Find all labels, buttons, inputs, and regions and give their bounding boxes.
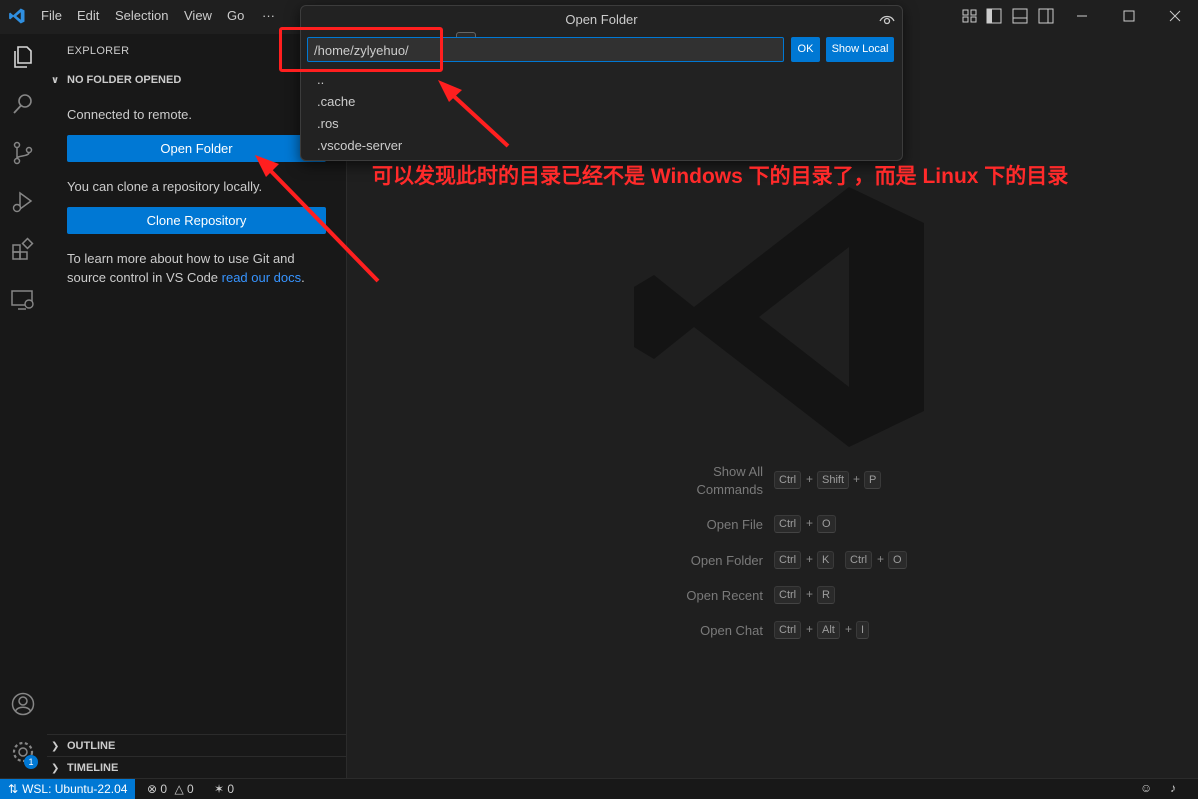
toggle-secondary-sidebar-icon[interactable] [1036,6,1056,26]
learn-more-text: source control in VS Code [67,270,222,285]
plus-sign: + [877,552,885,566]
ok-button[interactable]: OK [791,37,820,62]
remote-label: WSL: Ubuntu-22.04 [22,782,128,796]
customize-layout-icon[interactable] [960,6,980,26]
timeline-section[interactable]: ❯ TIMELINE [47,756,346,778]
folder-list-item[interactable]: .cache [317,94,355,109]
plus-sign: + [853,472,861,486]
highlight-box [279,27,443,72]
chevron-right-icon: ❯ [51,741,60,752]
key-o: O [817,515,836,533]
read-docs-link[interactable]: read our docs [222,270,302,285]
menu-view[interactable]: View [184,8,212,23]
copilot-icon[interactable]: ☺ [1140,781,1152,795]
menu-file[interactable]: File [41,8,62,23]
shortcut-label: Show All [713,464,763,479]
problems-indicator[interactable]: ⊗ 0 △ 0 [147,782,194,796]
timeline-header: ❯ TIMELINE [51,762,118,774]
folder-list-item[interactable]: .ros [317,116,339,131]
sidebar-title: EXPLORER [67,45,130,57]
folder-list-item[interactable]: .vscode-server [317,138,402,153]
key-ctrl: Ctrl [774,515,802,533]
plus-sign: + [806,552,814,566]
plus-sign: + [806,472,814,486]
shortcut-label: Open Recent [686,588,763,603]
minimize-icon[interactable] [1072,6,1092,26]
toggle-panel-icon[interactable] [1010,6,1030,26]
timeline-title: TIMELINE [67,762,119,774]
vscode-logo-icon [9,8,25,24]
broadcast-icon: ✶ [214,782,225,796]
learn-more-end: . [301,270,305,285]
menu-edit[interactable]: Edit [77,8,99,23]
plus-sign: + [806,622,814,636]
plus-sign: + [806,516,814,530]
run-and-debug-icon[interactable] [10,189,36,215]
key-p: P [864,471,882,489]
quick-input-title: Open Folder [565,12,638,27]
key-ctrl: Ctrl [774,621,802,639]
shortcut-label: Open Folder [690,553,763,568]
learn-more-line1: To learn more about how to use Git and [67,251,295,266]
menu-selection[interactable]: Selection [115,8,168,23]
folder-list-item[interactable]: .. [317,72,324,87]
outline-header: ❯ OUTLINE [51,740,115,752]
key-alt: Alt [817,621,840,639]
key-ctrl: Ctrl [774,551,802,569]
key-i: I [856,621,870,639]
shortcut-label: Open File [706,517,763,532]
open-folder-button[interactable]: Open Folder [67,135,326,162]
section-title: NO FOLDER OPENED [67,74,182,86]
explorer-icon[interactable] [10,44,36,70]
shortcut-label: Open Chat [700,623,763,638]
no-folder-section-header[interactable]: ∨ NO FOLDER OPENED [51,74,181,86]
annotation-text: 可以发现此时的目录已经不是 Windows 下的目录了，而是 Linux 下的目… [372,165,1069,188]
clone-text: You can clone a repository locally. [67,179,263,194]
plus-sign: + [806,587,814,601]
shortcut-label: Commands [696,482,763,497]
activity-bar: 1 [0,34,48,778]
notification-badge: 1 [24,755,38,769]
plus-sign: + [845,622,853,636]
key-ctrl: Ctrl [774,586,802,604]
outline-title: OUTLINE [67,740,116,752]
search-icon[interactable] [10,91,36,117]
close-icon[interactable] [1165,6,1185,26]
key-k: K [817,551,835,569]
key-ctrl: Ctrl [845,551,873,569]
toggle-primary-sidebar-icon[interactable] [984,6,1004,26]
remote-icon: ⇅ [8,782,19,796]
warning-count: 0 [187,782,194,796]
chevron-right-icon: ❯ [51,763,60,774]
accounts-icon[interactable] [10,691,36,717]
bell-icon[interactable]: ♪ [1170,781,1176,795]
extensions-icon[interactable] [10,237,36,263]
remote-explorer-icon[interactable] [10,287,36,313]
show-local-button[interactable]: Show Local [826,37,894,62]
key-o: O [888,551,907,569]
connected-text: Connected to remote. [67,107,193,122]
error-count: 0 [160,782,168,796]
remote-indicator[interactable]: ⇅ WSL: Ubuntu-22.04 [0,779,135,799]
vscode-watermark-icon [634,187,924,447]
clone-repository-button[interactable]: Clone Repository [67,207,326,234]
chevron-down-icon: ∨ [51,75,60,86]
learn-more-line2: source control in VS Code read our docs. [67,270,305,285]
menu-go[interactable]: Go [227,8,244,23]
warning-icon: △ [174,782,184,796]
error-icon: ⊗ [147,782,158,796]
status-bar: ⇅ WSL: Ubuntu-22.04 ⊗ 0 △ 0 ✶ 0 ☺ ♪ [0,778,1198,799]
ports-count: 0 [227,782,235,796]
source-control-icon[interactable] [10,140,36,166]
outline-section[interactable]: ❯ OUTLINE [47,734,346,756]
eye-icon[interactable] [879,13,895,27]
menu-more[interactable]: ··· [262,8,275,23]
key-ctrl: Ctrl [774,471,802,489]
key-r: R [817,586,835,604]
key-shift: Shift [817,471,850,489]
ports-indicator[interactable]: ✶ 0 [214,782,234,796]
maximize-icon[interactable] [1119,6,1139,26]
